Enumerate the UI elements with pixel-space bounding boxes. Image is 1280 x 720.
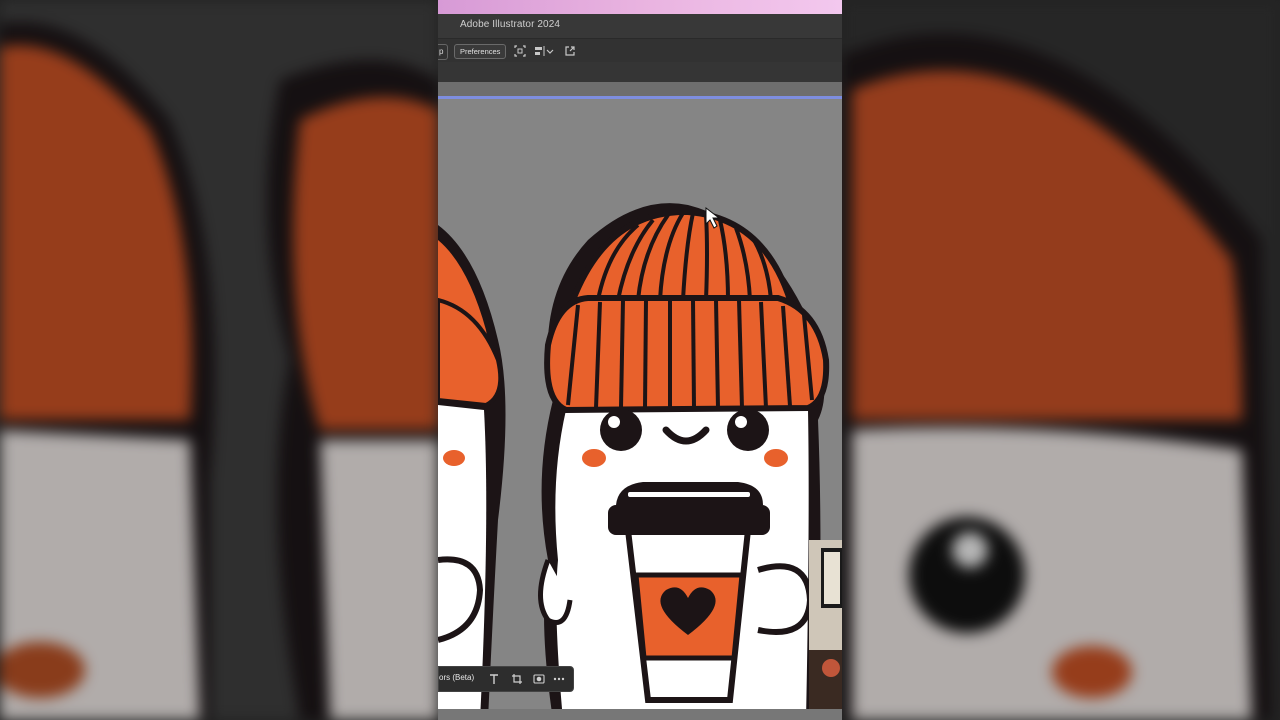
bottom-scroll-strip	[438, 709, 842, 720]
preferences-button[interactable]: Preferences	[454, 44, 507, 59]
partial-toolbar-button[interactable]: p	[438, 44, 449, 60]
export-icon[interactable]	[564, 45, 576, 57]
align-icon[interactable]	[534, 45, 546, 57]
type-icon[interactable]	[488, 673, 500, 685]
title-bar: Adobe Illustrator 2024	[438, 14, 842, 38]
secondary-bar	[438, 62, 842, 82]
main-character-art	[538, 203, 830, 720]
webcam-overlay	[809, 540, 842, 710]
chevron-down-icon[interactable]	[546, 45, 554, 57]
screen-recording: Adobe Illustrator 2024 p Preferences ors…	[438, 0, 842, 720]
blurred-background-right	[842, 0, 1280, 720]
accent-bar	[438, 0, 842, 14]
contextual-task-bar: ors (Beta)	[438, 666, 574, 692]
mask-icon[interactable]	[533, 673, 545, 685]
crop-icon[interactable]	[511, 673, 523, 685]
artwork-canvas	[438, 99, 842, 720]
selection-guide	[438, 96, 842, 99]
arrange-icon[interactable]	[514, 45, 526, 57]
context-bar-label[interactable]: ors (Beta)	[439, 673, 474, 682]
canvas-top-strip	[438, 82, 842, 96]
control-toolbar: p Preferences	[438, 38, 842, 63]
more-icon[interactable]	[553, 673, 565, 685]
blurred-background-left	[0, 0, 438, 720]
app-title: Adobe Illustrator 2024	[460, 19, 561, 30]
